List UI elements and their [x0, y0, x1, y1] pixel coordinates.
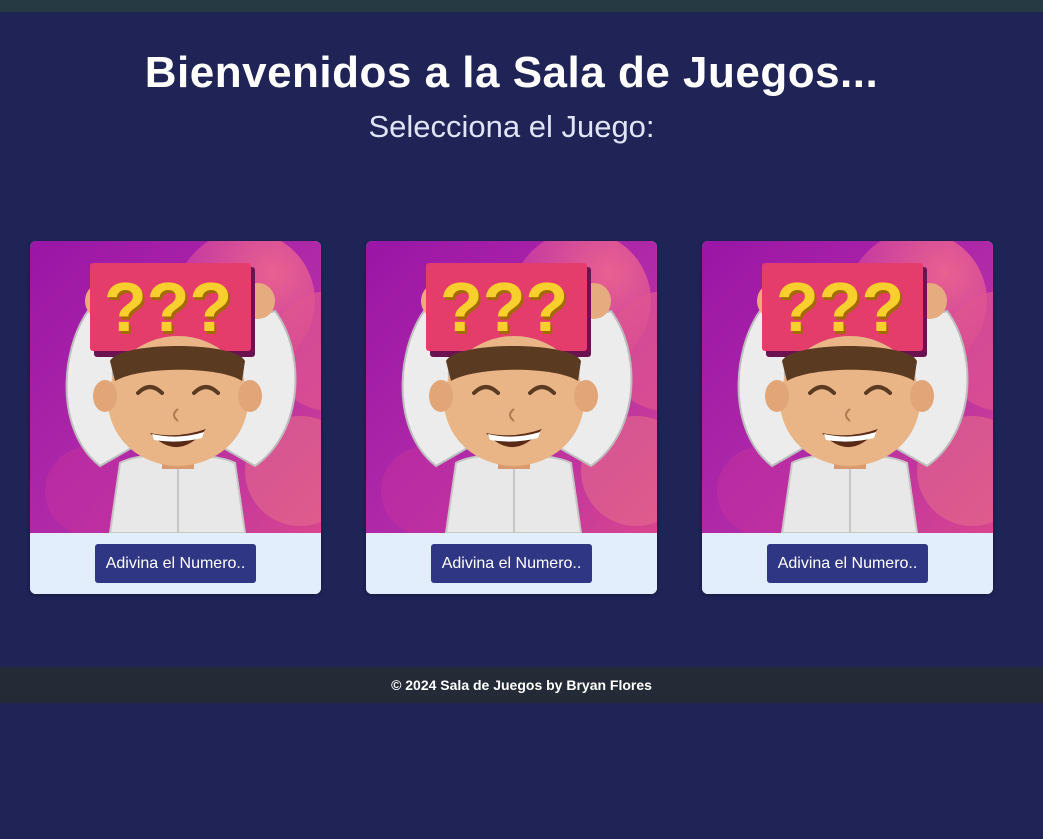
card-footer: Adivina el Numero.. — [366, 533, 657, 594]
copyright-text: © 2024 Sala de Juegos by Bryan Flores — [391, 677, 652, 693]
play-guess-number-button[interactable]: Adivina el Numero.. — [95, 544, 256, 583]
play-guess-number-button[interactable]: Adivina el Numero.. — [767, 544, 928, 583]
game-card[interactable]: Adivina el Numero.. — [702, 241, 993, 594]
card-footer: Adivina el Numero.. — [30, 533, 321, 594]
page-title: Bienvenidos a la Sala de Juegos... — [144, 48, 879, 97]
guess-number-character-icon[interactable] — [30, 241, 321, 533]
card-footer: Adivina el Numero.. — [702, 533, 993, 594]
page-subtitle: Selecciona el Juego: — [368, 109, 655, 144]
page-footer: © 2024 Sala de Juegos by Bryan Flores — [0, 667, 1043, 703]
guess-number-character-icon[interactable] — [702, 241, 993, 533]
game-card[interactable]: Adivina el Numero.. — [366, 241, 657, 594]
top-bar — [0, 0, 1043, 12]
play-guess-number-button[interactable]: Adivina el Numero.. — [431, 544, 592, 583]
game-card[interactable]: Adivina el Numero.. — [30, 241, 321, 594]
guess-number-character-icon[interactable] — [366, 241, 657, 533]
